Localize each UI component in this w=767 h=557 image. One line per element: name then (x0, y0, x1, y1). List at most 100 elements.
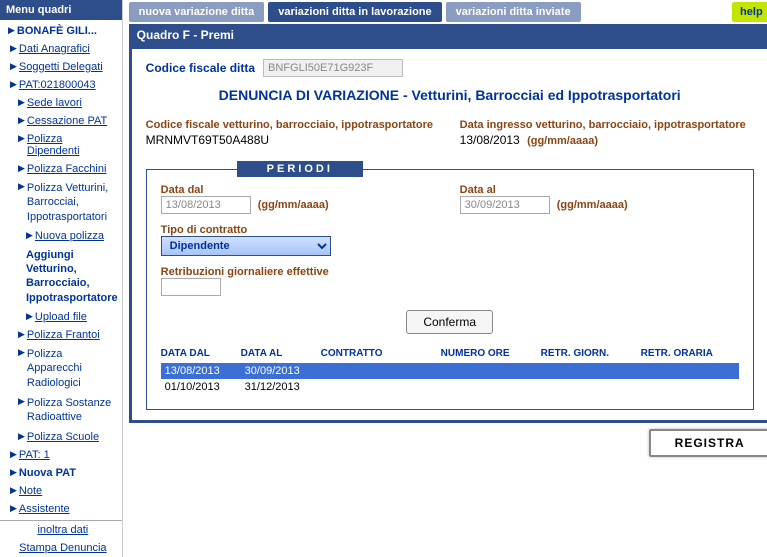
tab[interactable]: variazioni ditta in lavorazione (268, 2, 441, 22)
sidebar-item[interactable]: ▶Nuova PAT (0, 464, 122, 482)
retribuzioni-input[interactable] (161, 278, 221, 296)
cf-vett-label: Codice fiscale vetturino, barrocciaio, i… (146, 119, 440, 131)
arrow-icon: ▶ (10, 467, 17, 478)
sidebar-item[interactable]: ▶PAT:021800043 (0, 76, 122, 94)
sidebar-item-label: Upload file (35, 311, 87, 323)
sidebar-item-label: Aggiungi Vetturino, Barrocciaio, Ippotra… (26, 248, 118, 305)
data-al-label: Data al (460, 184, 739, 196)
table-cell (445, 365, 545, 377)
sidebar-item[interactable]: ▶Polizza Sostanze Radioattive (0, 393, 122, 428)
sidebar-item-label: Polizza Vetturini, Barrocciai, Ippotrasp… (27, 181, 118, 224)
retribuzioni-label: Retribuzioni giornaliere effettive (161, 266, 739, 278)
data-ingresso-value: 13/08/2013 (460, 133, 520, 147)
sidebar-item[interactable]: ▶Cessazione PAT (0, 112, 122, 130)
registra-button[interactable]: REGISTRA (649, 429, 767, 457)
sidebar-item-label: Polizza Dipendenti (27, 133, 118, 157)
table-row[interactable]: 13/08/201330/09/2013 (161, 363, 739, 379)
sidebar-item-label: BONAFÈ GILI... (17, 25, 97, 37)
arrow-icon: ▶ (26, 311, 33, 322)
sidebar-item[interactable]: ▶BONAFÈ GILI... (0, 22, 122, 40)
sidebar-item-label: PAT:021800043 (19, 79, 96, 91)
sidebar-item-label: Note (19, 485, 42, 497)
table-cell (645, 365, 735, 377)
sidebar-footer-item[interactable]: inoltra dati (0, 521, 122, 539)
table-cell: 01/10/2013 (165, 381, 245, 393)
sidebar-item-label: Dati Anagrafici (19, 43, 90, 55)
table-header-cell: CONTRATTO (321, 348, 441, 359)
sidebar-item[interactable]: Aggiungi Vetturino, Barrocciaio, Ippotra… (0, 245, 122, 308)
table-cell: 30/09/2013 (245, 365, 325, 377)
periodi-box: PERIODI Data dal (gg/mm/aaaa) (146, 169, 754, 410)
arrow-icon: ▶ (18, 396, 25, 408)
sidebar-item[interactable]: ▶Polizza Facchini (0, 160, 122, 178)
sidebar-item[interactable]: ▶Assistente (0, 500, 122, 518)
sidebar-item-label: Polizza Frantoi (27, 329, 100, 341)
arrow-icon: ▶ (10, 485, 17, 496)
help-button[interactable]: help (732, 2, 767, 22)
sidebar-header: Menu quadri (0, 0, 122, 20)
sidebar-item[interactable]: ▶Polizza Frantoi (0, 326, 122, 344)
sidebar-footer: inoltra dati Stampa Denuncia (0, 520, 122, 557)
table-header-cell: DATA DAL (161, 348, 241, 359)
arrow-icon: ▶ (10, 503, 17, 514)
data-dal-input[interactable] (161, 196, 251, 214)
sidebar-item[interactable]: ▶Polizza Vetturini, Barrocciai, Ippotras… (0, 178, 122, 227)
panel-header: Quadro F - Premi (129, 24, 767, 46)
sidebar-item-label: Polizza Apparecchi Radiologici (27, 347, 118, 390)
sidebar-item-label: Polizza Scuole (27, 431, 99, 443)
sidebar-item[interactable]: ▶PAT: 1 (0, 446, 122, 464)
arrow-icon: ▶ (26, 230, 33, 241)
table-cell (325, 381, 445, 393)
arrow-icon: ▶ (10, 43, 17, 54)
arrow-icon: ▶ (18, 181, 25, 193)
periodi-title: PERIODI (237, 161, 363, 177)
sidebar-item[interactable]: ▶Dati Anagrafici (0, 40, 122, 58)
arrow-icon: ▶ (18, 133, 25, 144)
sidebar-item[interactable]: ▶Upload file (0, 308, 122, 326)
tab[interactable]: nuova variazione ditta (129, 2, 265, 22)
sidebar-item-label: Stampa Denuncia (19, 542, 106, 554)
sidebar-item-label: Assistente (19, 503, 70, 515)
sidebar-item[interactable]: ▶Soggetti Delegati (0, 58, 122, 76)
conferma-button[interactable]: Conferma (406, 310, 493, 334)
tipo-contratto-select[interactable]: Dipendente (161, 236, 331, 256)
sidebar-item[interactable]: ▶Sede lavori (0, 94, 122, 112)
table-cell (445, 381, 545, 393)
table-cell (645, 381, 735, 393)
sidebar-items: ▶BONAFÈ GILI...▶Dati Anagrafici▶Soggetti… (0, 20, 122, 520)
sidebar-item-label: Cessazione PAT (27, 115, 107, 127)
table-cell (325, 365, 445, 377)
sidebar-item-label: inoltra dati (37, 524, 88, 536)
table-row[interactable]: 01/10/201331/12/2013 (161, 379, 739, 395)
table-header-cell: RETR. ORARIA (641, 348, 731, 359)
sidebar-item[interactable]: ▶Nuova polizza (0, 227, 122, 245)
arrow-icon: ▶ (18, 97, 25, 108)
table-header-cell: RETR. GIORN. (541, 348, 641, 359)
arrow-icon: ▶ (10, 79, 17, 90)
cf-ditta-label: Codice fiscale ditta (146, 61, 255, 75)
date-hint-al: (gg/mm/aaaa) (557, 199, 628, 211)
data-al-input[interactable] (460, 196, 550, 214)
data-dal-label: Data dal (161, 184, 440, 196)
sidebar-item[interactable]: ▶Polizza Dipendenti (0, 130, 122, 160)
table-header-cell: DATA AL (241, 348, 321, 359)
sidebar-item[interactable]: ▶Polizza Apparecchi Radiologici (0, 344, 122, 393)
table-body: 13/08/201330/09/201301/10/201331/12/2013 (161, 363, 739, 395)
table-cell: 31/12/2013 (245, 381, 325, 393)
sidebar-item[interactable]: ▶Note (0, 482, 122, 500)
sidebar-item[interactable]: ▶Polizza Scuole (0, 428, 122, 446)
table-header-cell: NUMERO ORE (441, 348, 541, 359)
table-cell: 13/08/2013 (165, 365, 245, 377)
tab[interactable]: variazioni ditta inviate (446, 2, 581, 22)
cf-ditta-field (263, 59, 403, 77)
table-cell (545, 381, 645, 393)
tipo-contratto-label: Tipo di contratto (161, 224, 739, 236)
arrow-icon: ▶ (10, 61, 17, 72)
sidebar-item-label: PAT: 1 (19, 449, 50, 461)
date-hint-dal: (gg/mm/aaaa) (258, 199, 329, 211)
arrow-icon: ▶ (18, 163, 25, 174)
sidebar-item-label: Nuova polizza (35, 230, 104, 242)
arrow-icon: ▶ (18, 329, 25, 340)
sidebar-item-label: Polizza Facchini (27, 163, 106, 175)
panel-body: Codice fiscale ditta DENUNCIA DI VARIAZI… (129, 46, 767, 423)
